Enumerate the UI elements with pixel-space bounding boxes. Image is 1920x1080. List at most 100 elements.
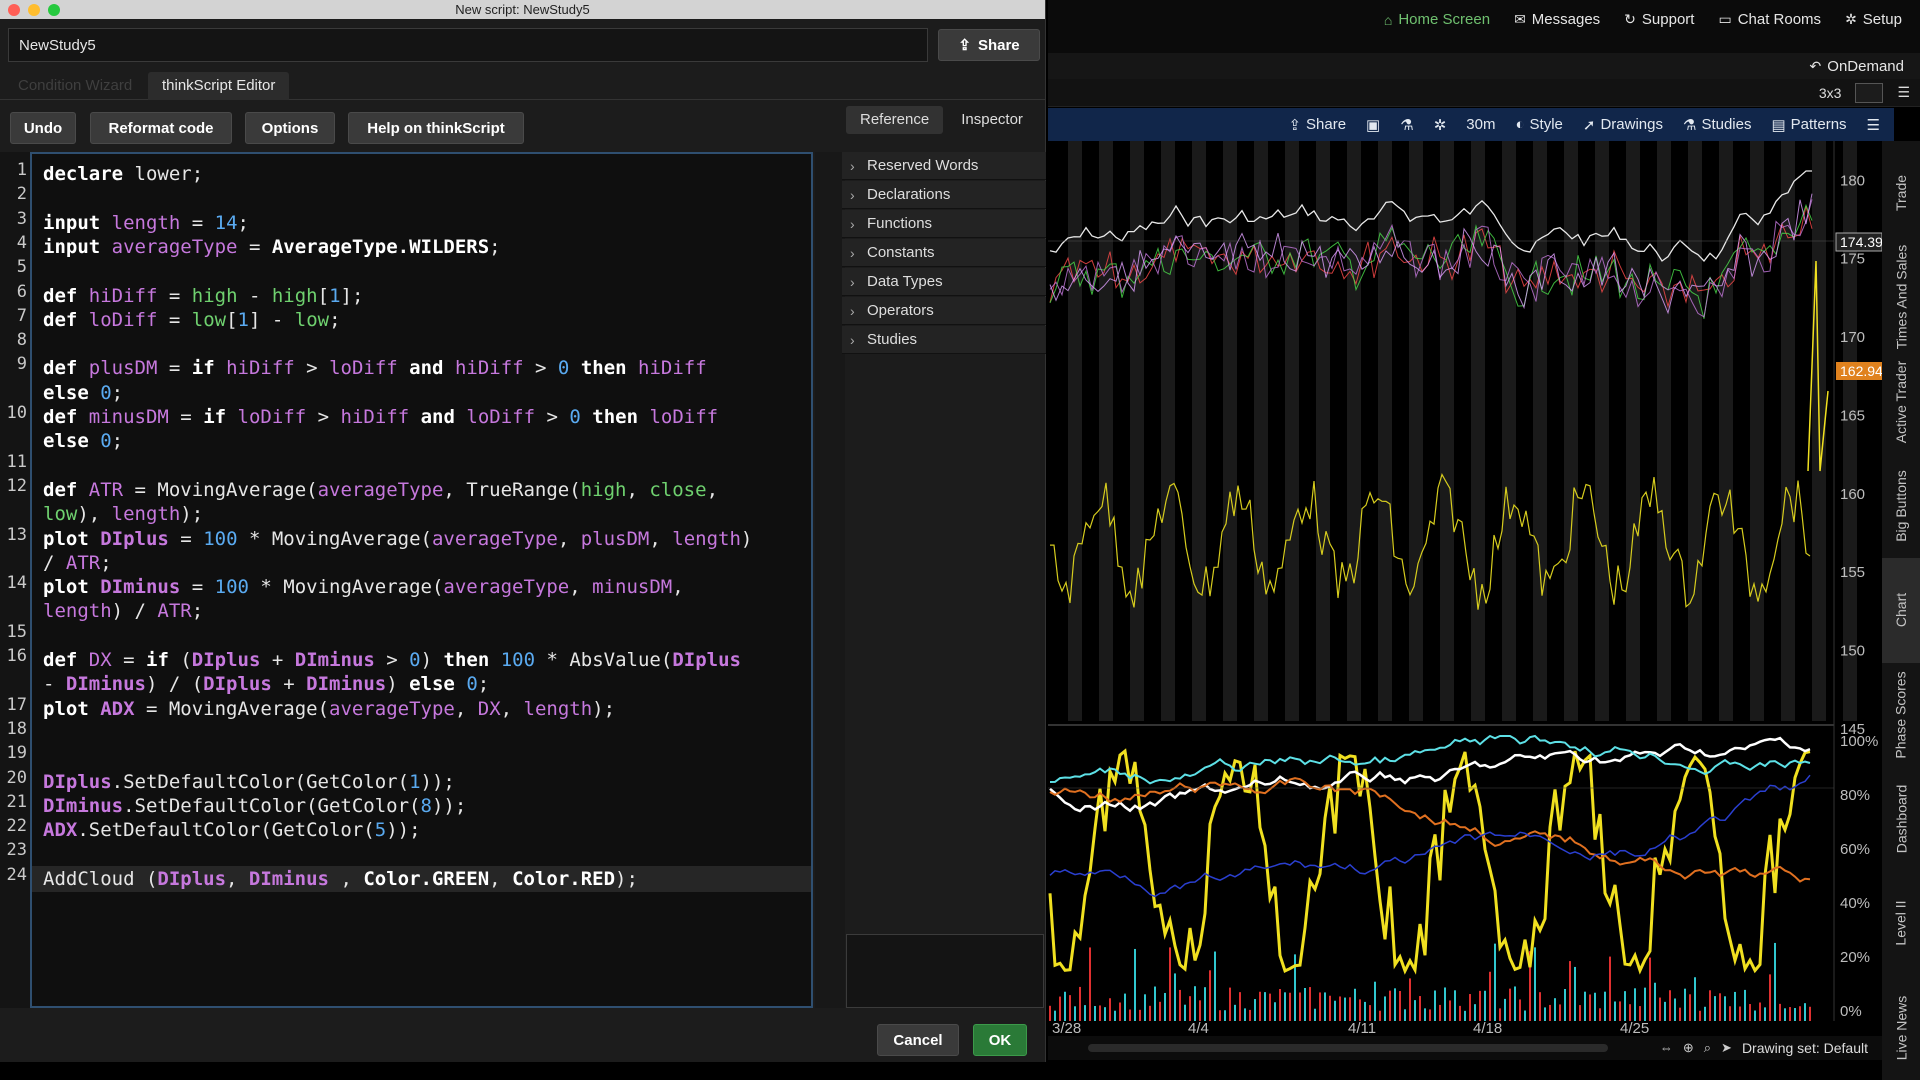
timeframe-button[interactable]: 30m [1466, 116, 1495, 133]
code-line[interactable]: def hiDiff = high - high[1]; [43, 284, 363, 308]
reference-detail-box [846, 934, 1044, 1008]
chart-settings-button[interactable]: ✲ [1434, 116, 1447, 134]
drawing-set-label[interactable]: Drawing set: Default [1742, 1040, 1882, 1056]
line-number: 10 [6, 403, 27, 423]
reformat-code-button[interactable]: Reformat code [90, 112, 232, 144]
price-tick-label: 170 [1840, 329, 1865, 346]
cancel-button[interactable]: Cancel [877, 1024, 959, 1056]
reference-item[interactable]: › Functions [842, 210, 1046, 238]
help-thinkscript-button[interactable]: Help on thinkScript [348, 112, 524, 144]
side-tab-trade[interactable]: Trade [1882, 141, 1920, 245]
tab-reference[interactable]: Reference [846, 106, 944, 134]
editor-scrollbar[interactable] [815, 152, 845, 1008]
side-tab-level-ii[interactable]: Level II [1882, 871, 1920, 975]
grid-layout-swatch[interactable] [1855, 82, 1884, 103]
code-line[interactable]: plot DIminus = 100 * MovingAverage(avera… [43, 575, 684, 599]
nav-messages[interactable]: ✉ Messages [1514, 11, 1600, 28]
crosshair-icon[interactable]: ⊕ [1683, 1040, 1694, 1056]
side-tab-label: Trade [1893, 175, 1909, 212]
studies-button[interactable]: ⚗ Studies [1683, 116, 1752, 134]
code-line[interactable]: low), length); [43, 502, 203, 526]
chart-menu-button[interactable]: ☰ [1867, 116, 1880, 134]
code-line[interactable]: AddCloud (DIplus, DIminus , Color.GREEN,… [43, 867, 638, 891]
code-line[interactable]: def minusDM = if loDiff > hiDiff and loD… [43, 405, 718, 429]
options-button[interactable]: Options [245, 112, 335, 144]
nav-home-screen[interactable]: ⌂ Home Screen [1384, 11, 1490, 28]
grid-layout-label[interactable]: 3x3 [1819, 85, 1842, 101]
share-icon: ⇪ [958, 37, 971, 54]
chart-scrollbar[interactable] [1088, 1044, 1608, 1052]
chart-area[interactable]: 180175170165160155150145174.39162.94100%… [1048, 141, 1882, 1036]
code-line[interactable]: plot ADX = MovingAverage(averageType, DX… [43, 697, 615, 721]
side-tab-active-trader[interactable]: Active Trader [1882, 350, 1920, 454]
reference-item[interactable]: › Data Types [842, 268, 1046, 296]
script-editor-dialog: New script: NewStudy5 ⇪ Share Condition W… [0, 0, 1046, 1062]
code-line[interactable]: DIplus.SetDefaultColor(GetColor(1)); [43, 770, 455, 794]
code-line[interactable]: ADX.SetDefaultColor(GetColor(5)); [43, 818, 421, 842]
tab-condition-wizard[interactable]: Condition Wizard [4, 72, 146, 100]
side-tab-chart[interactable]: Chart [1882, 558, 1920, 663]
chart-share-button[interactable]: ⇪ Share [1288, 116, 1346, 134]
code-line[interactable]: def ATR = MovingAverage(averageType, Tru… [43, 478, 718, 502]
side-tab-phase-scores[interactable]: Phase Scores [1882, 663, 1920, 767]
nav-label: Support [1641, 11, 1695, 28]
reference-item[interactable]: › Constants [842, 239, 1046, 267]
side-tab-label: Active Trader [1893, 360, 1910, 444]
side-tab-big-buttons[interactable]: Big Buttons [1882, 454, 1920, 558]
ondemand-button[interactable]: ↶ OnDemand [1810, 58, 1904, 75]
side-tab-label: Big Buttons [1893, 470, 1910, 542]
session-band [1533, 141, 1547, 721]
minimize-window-button[interactable] [28, 4, 40, 16]
code-line[interactable]: def loDiff = low[1] - low; [43, 308, 341, 332]
drawings-label: Drawings [1600, 116, 1663, 133]
flask-icon: ⚗ [1400, 116, 1414, 134]
drawings-button[interactable]: ➚ Drawings [1583, 116, 1663, 134]
chart-flask-button[interactable]: ⚗ [1400, 116, 1413, 134]
side-tab-label: Phase Scores [1893, 671, 1910, 759]
top-nav: ⌂ Home Screen ✉ Messages ↻ Support ▭ Chat Rooms… [1048, 0, 1920, 39]
side-tab-live-news[interactable]: Live News [1882, 976, 1920, 1080]
reference-item[interactable]: › Operators [842, 297, 1046, 325]
style-button[interactable]: ◐ Style [1515, 116, 1562, 133]
code-line[interactable]: length) / ATR; [43, 599, 203, 623]
code-line[interactable]: def plusDM = if hiDiff > loDiff and hiDi… [43, 356, 707, 380]
side-tab-label: Dashboard [1893, 784, 1909, 854]
nav-chat-rooms[interactable]: ▭ Chat Rooms [1718, 11, 1821, 28]
code-line[interactable]: input averageType = AverageType.WILDERS; [43, 235, 501, 259]
side-tab-times-and-sales[interactable]: Times And Sales [1882, 245, 1920, 350]
close-window-button[interactable] [8, 4, 20, 16]
code-editor[interactable]: declare lower; input length = 14; input av… [30, 152, 813, 1008]
zoom-icon[interactable]: ⌕ [1704, 1040, 1711, 1056]
grid-menu-icon[interactable]: ☰ [1897, 84, 1910, 101]
code-line[interactable]: plot DIplus = 100 * MovingAverage(averag… [43, 527, 752, 551]
nav-support[interactable]: ↻ Support [1624, 11, 1694, 28]
tab-thinkscript-editor[interactable]: thinkScript Editor [148, 72, 290, 100]
tab-inspector[interactable]: Inspector [947, 106, 1037, 134]
code-line[interactable]: else 0; [43, 429, 123, 453]
chart-snapshot-button[interactable]: ▣ [1366, 116, 1380, 134]
code-line[interactable]: else 0; [43, 381, 123, 405]
maximize-window-button[interactable] [48, 4, 60, 16]
indicator-tick-label: 60% [1840, 841, 1870, 858]
code-line[interactable]: def DX = if (DIplus + DIminus > 0) then … [43, 648, 741, 672]
nav-setup[interactable]: ✲ Setup [1845, 11, 1902, 28]
code-line[interactable]: DIminus.SetDefaultColor(GetColor(8)); [43, 794, 466, 818]
reference-item[interactable]: › Reserved Words [842, 152, 1046, 180]
reference-item[interactable]: › Declarations [842, 181, 1046, 209]
line-number: 8 [16, 330, 27, 351]
reference-item[interactable]: › Studies [842, 326, 1046, 354]
undo-button[interactable]: Undo [10, 112, 76, 144]
ok-button[interactable]: OK [973, 1024, 1027, 1056]
code-line[interactable]: - DIminus) / (DIplus + DIminus) else 0; [43, 672, 489, 696]
session-band [1192, 141, 1206, 721]
patterns-button[interactable]: ▤ Patterns [1771, 116, 1846, 134]
code-line[interactable]: / ATR; [43, 551, 112, 575]
pan-icon[interactable]: ⇔ [1660, 1040, 1673, 1056]
menu-icon: ☰ [1866, 116, 1880, 134]
side-tab-dashboard[interactable]: Dashboard [1882, 767, 1920, 871]
script-name-input[interactable] [8, 28, 928, 62]
pointer-icon[interactable]: ➤ [1721, 1040, 1732, 1056]
code-line[interactable]: input length = 14; [43, 211, 249, 235]
script-share-button[interactable]: ⇪ Share [938, 29, 1040, 61]
code-line[interactable]: declare lower; [43, 162, 203, 186]
